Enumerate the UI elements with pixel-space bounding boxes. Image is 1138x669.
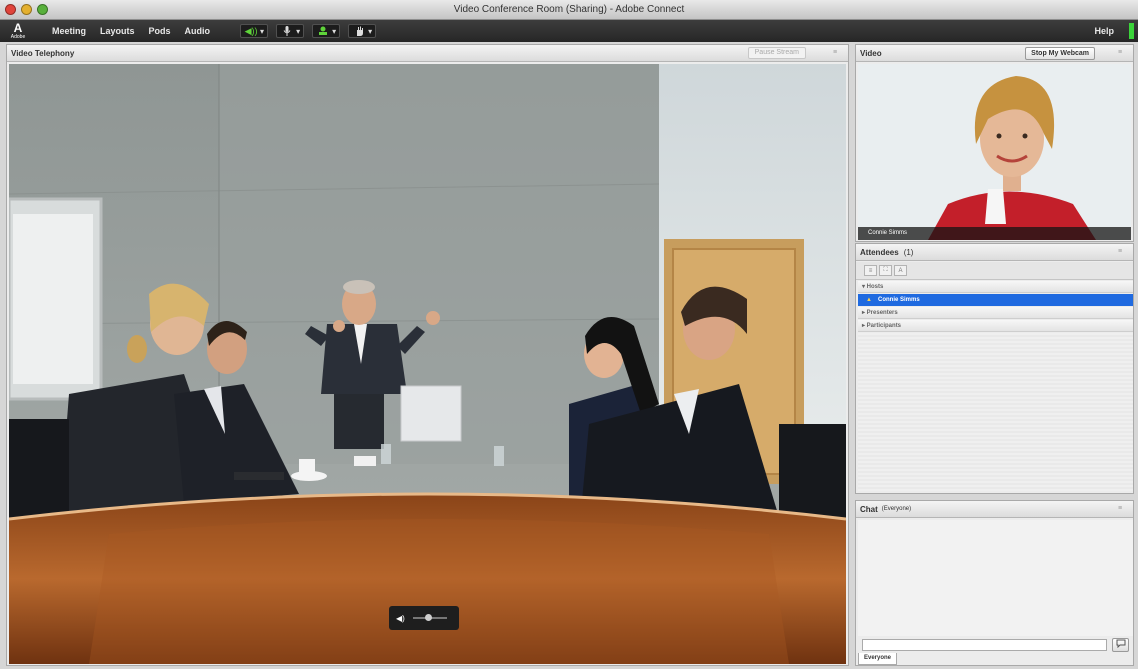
menu-bar: A Adobe Meeting Layouts Pods Audio ◀)) ▾…	[0, 20, 1138, 42]
speaker-icon: ◀))	[244, 25, 258, 36]
chat-pod: Chat (Everyone) ≡ Everyone	[855, 500, 1134, 666]
speaker-icon: ◀)	[396, 613, 405, 623]
menu-pods[interactable]: Pods	[149, 26, 171, 36]
volume-slider-knob[interactable]	[424, 614, 432, 621]
participant-name-label: Connie Simms	[858, 227, 1131, 240]
adobe-logo-text: Adobe	[10, 33, 26, 40]
list-view-icon[interactable]: ≡	[864, 265, 877, 276]
chat-tab-everyone[interactable]: Everyone	[858, 653, 898, 665]
pod-options-icon[interactable]: ≡	[1118, 505, 1127, 512]
adobe-logo[interactable]: A Adobe	[4, 20, 32, 42]
chevron-down-icon[interactable]: ▾	[296, 27, 300, 36]
pod-title: Video Telephony	[11, 48, 75, 58]
video-telephony-pod: Video Telephony Pause Stream ≡ ◀)	[6, 44, 849, 666]
chat-input[interactable]	[862, 639, 1107, 651]
chat-bubble-icon	[1116, 639, 1126, 650]
pod-title: Attendees	[860, 247, 899, 257]
pod-options-icon[interactable]: ≡	[1118, 248, 1127, 255]
chevron-down-icon[interactable]: ▾	[332, 27, 336, 36]
attendees-pod: Attendees (1) ≡ ≡ ⛶ A ▾ Hosts ▲ Connie Si…	[855, 243, 1134, 494]
chevron-down-icon[interactable]: ▾	[368, 27, 372, 36]
host-icon: ▲	[866, 297, 872, 303]
zoom-window-button[interactable]	[37, 4, 48, 15]
raise-hand-button[interactable]: ▾	[348, 24, 377, 38]
attendee-name: Connie Simms	[878, 297, 920, 303]
pod-title: Chat	[860, 504, 878, 514]
pod-options-icon[interactable]: ≡	[833, 49, 842, 56]
microphone-icon	[280, 26, 294, 36]
chat-scope: (Everyone)	[881, 506, 912, 512]
role-participants[interactable]: ▸ Participants	[858, 320, 1133, 332]
stop-webcam-button[interactable]: Stop My Webcam	[1025, 47, 1095, 60]
role-presenters[interactable]: ▸ Presenters	[858, 307, 1133, 319]
chat-messages	[858, 520, 1133, 636]
pod-header: Attendees (1)	[856, 244, 1133, 261]
title-bar: Video Conference Room (Sharing) - Adobe …	[0, 0, 1138, 20]
attendees-toolbar: ≡ ⛶ A	[856, 262, 1133, 280]
attendee-count: (1)	[903, 247, 914, 257]
window-controls	[5, 4, 48, 15]
pod-header: Video Telephony	[7, 45, 848, 62]
send-message-button[interactable]	[1112, 638, 1129, 652]
window-title: Video Conference Room (Sharing) - Adobe …	[453, 4, 685, 15]
menu-layouts[interactable]: Layouts	[100, 26, 135, 36]
video-stream: ◀)	[9, 64, 846, 664]
pod-options-icon[interactable]: ≡	[1118, 49, 1127, 56]
close-window-button[interactable]	[5, 4, 16, 15]
raise-hand-icon	[352, 26, 366, 36]
help-menu[interactable]: Help	[1094, 26, 1114, 36]
sort-icon[interactable]: A	[894, 265, 907, 276]
meeting-room-image	[9, 64, 846, 664]
webcam-person-image	[858, 64, 1131, 240]
adobe-connect-window: Video Conference Room (Sharing) - Adobe …	[0, 0, 1138, 669]
menu-meeting[interactable]: Meeting	[52, 26, 86, 36]
chevron-down-icon[interactable]: ▾	[260, 27, 264, 36]
volume-control[interactable]: ◀)	[389, 606, 459, 630]
webcam-feed: Connie Simms	[858, 64, 1131, 240]
webcam-icon	[316, 26, 330, 36]
microphone-toggle-button[interactable]: ▾	[276, 24, 305, 38]
menu-audio[interactable]: Audio	[185, 26, 211, 36]
connection-status-indicator	[1129, 23, 1134, 39]
adobe-logo-letter: A	[13, 20, 23, 35]
speaker-toggle-button[interactable]: ◀)) ▾	[240, 24, 269, 38]
minimize-window-button[interactable]	[21, 4, 32, 15]
role-hosts[interactable]: ▾ Hosts	[858, 281, 1133, 293]
status-view-icon[interactable]: ⛶	[879, 265, 892, 276]
attendee-list-area	[858, 333, 1133, 491]
attendee-row[interactable]: ▲ Connie Simms	[858, 294, 1133, 306]
pause-stream-button[interactable]: Pause Stream	[747, 47, 806, 59]
pod-header: Chat (Everyone)	[856, 501, 1133, 518]
webcam-toggle-button[interactable]: ▾	[312, 24, 341, 38]
pod-title: Video	[860, 48, 882, 58]
video-pod: Video Stop My Webcam ≡ Connie Simms	[855, 44, 1134, 242]
volume-slider-track[interactable]	[412, 614, 447, 621]
